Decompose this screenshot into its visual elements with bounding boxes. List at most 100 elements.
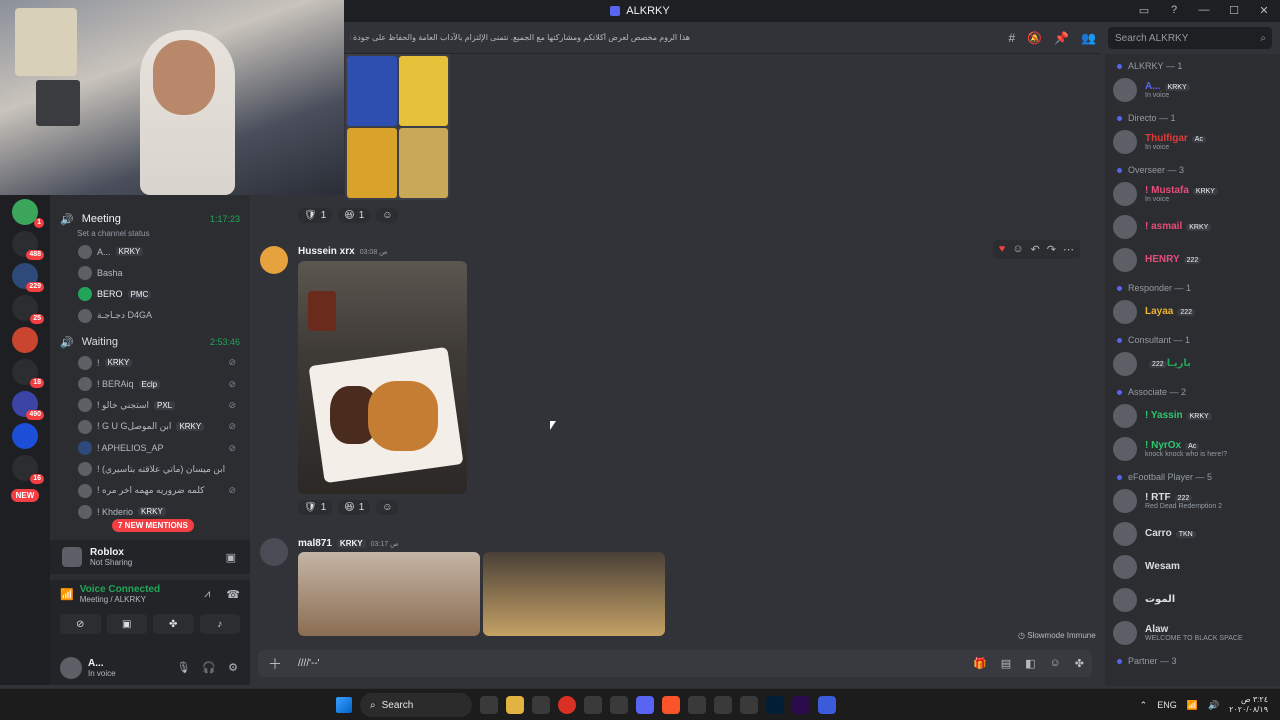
obs-icon[interactable] <box>584 696 602 714</box>
new-badge[interactable]: NEW <box>10 489 40 502</box>
voice-member[interactable]: ! كلمه ضروريه مهمه اخر مره ⊘ <box>50 480 250 501</box>
member-row[interactable]: A... KRKY In voice <box>1105 73 1280 106</box>
reply-icon[interactable]: ↶ <box>1031 243 1040 256</box>
minimize-button[interactable]: — <box>1196 2 1212 18</box>
camera-button[interactable]: ⊘ <box>60 614 101 634</box>
attach-plus-icon[interactable]: ＋ <box>268 654 282 674</box>
voice-channel-label[interactable]: Meeting / ALKRKY <box>80 595 160 604</box>
image-attachment[interactable] <box>483 552 665 636</box>
member-row[interactable]: Wesam <box>1105 550 1280 583</box>
chrome-icon[interactable] <box>558 696 576 714</box>
voice-member[interactable]: دجـاجـة D4GA <box>50 305 250 326</box>
user-avatar[interactable] <box>60 656 82 679</box>
member-row[interactable]: Alaw WELCOME TO BLACK SPACE <box>1105 616 1280 649</box>
member-row[interactable]: ! asmail KRKY <box>1105 210 1280 243</box>
windows-start-icon[interactable] <box>336 697 352 713</box>
voice-channel-waiting[interactable]: 🔊 Waiting 2:53:46 <box>50 332 250 352</box>
server-icon[interactable] <box>12 423 38 449</box>
noise-suppression-icon[interactable]: ⩘ <box>204 588 210 601</box>
store-icon[interactable] <box>532 696 550 714</box>
member-list-icon[interactable]: 👥 <box>1081 31 1096 45</box>
message-composer[interactable]: ＋ ////'--' 🎁 ▤ ◧ ☺ ✤ <box>258 650 1092 677</box>
app-icon[interactable] <box>818 696 836 714</box>
wifi-icon[interactable]: 📶 <box>1187 700 1198 711</box>
member-row[interactable]: باريـا222 <box>1105 347 1280 380</box>
member-row[interactable]: الموت <box>1105 583 1280 616</box>
maximize-button[interactable]: ☐ <box>1226 2 1242 18</box>
voice-member[interactable]: ! ابن ميسان (ماتي علاقته بتاسيري) <box>50 459 250 480</box>
add-reaction-icon[interactable]: ☺ <box>1012 243 1023 256</box>
photoshop-icon[interactable] <box>766 696 784 714</box>
server-icon[interactable]: 490 <box>12 391 44 420</box>
member-row[interactable]: ! RTF 222 Red Dead Redemption 2 <box>1105 484 1280 517</box>
soundboard-button[interactable]: ♪ <box>199 614 240 634</box>
author-name[interactable]: Hussein xrx <box>298 246 355 257</box>
voice-member[interactable]: ! APHELIOS_AP ⊘ <box>50 437 250 458</box>
discord-icon[interactable] <box>636 696 654 714</box>
image-attachment[interactable] <box>345 54 450 200</box>
voice-connected-label[interactable]: Voice Connected <box>80 584 160 595</box>
sticker-icon[interactable]: ◧ <box>1025 657 1035 670</box>
server-icon[interactable]: 16 <box>12 455 44 484</box>
voice-member[interactable]: Basha <box>50 262 250 283</box>
member-row[interactable]: ! Yassin KRKY <box>1105 399 1280 432</box>
file-explorer-icon[interactable] <box>506 696 524 714</box>
voice-channel-meeting[interactable]: 🔊 Meeting 1:17:23 <box>50 209 250 229</box>
threads-icon[interactable]: # <box>1008 31 1015 45</box>
emoji-icon[interactable]: ☺ <box>1050 657 1061 670</box>
screen-share-button[interactable]: ▣ <box>106 614 147 634</box>
headphones-icon[interactable]: 🎧 <box>202 661 216 674</box>
search-input[interactable]: Search ALKRKY ⌕ <box>1108 27 1272 49</box>
notification-bell-icon[interactable]: 🔕 <box>1027 31 1042 45</box>
premiere-icon[interactable] <box>792 696 810 714</box>
server-icon[interactable]: 229 <box>12 263 44 292</box>
member-row[interactable]: Thulfigar Ac In voice <box>1105 125 1280 158</box>
voice-member[interactable]: ! KRKY ⊘ <box>50 352 250 373</box>
share-screen-icon[interactable]: ▣ <box>226 551 236 564</box>
disconnect-icon[interactable]: ☎ <box>226 588 240 601</box>
taskbar-search[interactable]: ⌕ Search <box>360 693 472 717</box>
steam-icon[interactable] <box>610 696 628 714</box>
reaction[interactable]: 😆 1 <box>338 500 371 515</box>
voice-member[interactable]: BERO PMC <box>50 284 250 305</box>
voice-member[interactable]: ! استجني خالو PXL ⊘ <box>50 395 250 416</box>
user-info[interactable]: A... In voice <box>88 658 116 678</box>
server-icon[interactable]: 25 <box>12 295 44 324</box>
capcut-icon[interactable] <box>714 696 732 714</box>
reaction[interactable]: 🛡 1 <box>298 500 333 515</box>
gif-icon[interactable]: ▤ <box>1001 657 1011 670</box>
tray-chevron-icon[interactable]: ⌃ <box>1140 700 1148 711</box>
volume-icon[interactable]: 🔊 <box>1208 700 1219 711</box>
close-button[interactable]: ✕ <box>1256 2 1272 18</box>
member-row[interactable]: ! NyrOx Ac knock knock who is here!? <box>1105 432 1280 465</box>
author-avatar[interactable] <box>260 538 288 566</box>
add-reaction-button[interactable]: ☺ <box>376 208 399 223</box>
member-row[interactable]: Layaa 222 <box>1105 295 1280 328</box>
server-icon[interactable] <box>12 327 38 353</box>
gift-icon[interactable]: 🎁 <box>973 657 987 670</box>
app-icon[interactable] <box>688 696 706 714</box>
image-attachment[interactable] <box>298 552 480 636</box>
apps-icon[interactable]: ✤ <box>1075 657 1084 670</box>
brave-icon[interactable] <box>662 696 680 714</box>
pin-icon[interactable]: 📌 <box>1054 31 1069 45</box>
task-view-icon[interactable] <box>480 696 498 714</box>
member-row[interactable]: HENRY 222 <box>1105 243 1280 276</box>
reaction[interactable]: 🛡 1 <box>298 208 333 223</box>
reaction[interactable]: 😆 1 <box>338 208 371 223</box>
author-avatar[interactable] <box>260 246 288 274</box>
channel-status[interactable]: Set a channel status <box>50 229 250 241</box>
server-icon[interactable]: 488 <box>12 231 44 260</box>
member-row[interactable]: Carro TKN <box>1105 517 1280 550</box>
settings-gear-icon[interactable]: ⚙ <box>228 661 238 674</box>
image-attachment[interactable] <box>298 261 467 494</box>
new-mentions-pill[interactable]: 7 NEW MENTIONS <box>112 519 194 532</box>
clock[interactable]: ٣:٢٤ ص ٢٠٢٠/٠٨/١٩ <box>1229 695 1268 715</box>
language-indicator[interactable]: ENG <box>1157 700 1177 710</box>
voice-member[interactable]: ! G U Gابن الموصل KRKY ⊘ <box>50 416 250 437</box>
heart-reaction-icon[interactable]: ♥ <box>999 243 1006 256</box>
author-name[interactable]: mal871 <box>298 538 332 549</box>
voice-member[interactable]: ! BERAiq Eclp ⊘ <box>50 373 250 394</box>
server-icon[interactable]: 18 <box>12 359 44 388</box>
inbox-icon[interactable]: ▭ <box>1136 2 1152 18</box>
